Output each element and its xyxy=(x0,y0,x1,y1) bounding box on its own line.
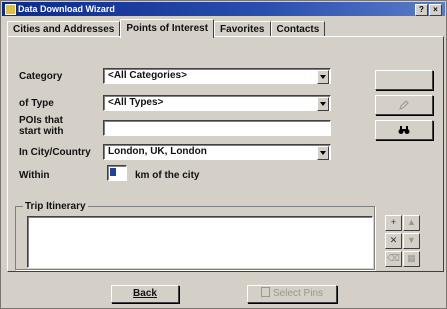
binoculars-icon xyxy=(398,126,410,134)
title-bar: Data Download Wizard ? × xyxy=(2,2,445,16)
back-button-label: Back xyxy=(133,288,157,299)
add-icon[interactable]: + xyxy=(385,215,402,231)
category-dropdown[interactable]: <All Categories> xyxy=(103,68,331,84)
tab-favorites[interactable]: Favorites xyxy=(214,21,271,37)
poi-label: POIs that start with xyxy=(19,115,63,137)
down-icon[interactable]: ▼ xyxy=(403,233,420,249)
pin-icon xyxy=(260,287,270,297)
wizard-window: Data Download Wizard ? × Cities and Addr… xyxy=(0,0,447,309)
within-value-selection xyxy=(110,168,116,176)
type-value: <All Types> xyxy=(108,97,164,108)
help-button[interactable]: ? xyxy=(415,4,428,16)
remove-icon[interactable]: ✕ xyxy=(385,233,402,249)
tab-points-of-interest[interactable]: Points of Interest xyxy=(120,19,215,38)
city-value: London, UK, London xyxy=(108,146,207,157)
poi-label-line2: start with xyxy=(19,126,64,137)
window-title: Data Download Wizard xyxy=(18,4,115,14)
type-dropdown[interactable]: <All Types> xyxy=(103,95,331,111)
disabled-action-button[interactable] xyxy=(375,70,433,90)
chevron-down-icon[interactable] xyxy=(317,70,329,84)
clear-icon[interactable]: ⌫ xyxy=(385,251,402,267)
tab-cities-and-addresses[interactable]: Cities and Addresses xyxy=(7,21,121,37)
select-pins-button[interactable]: Select Pins xyxy=(247,285,337,303)
app-icon xyxy=(5,4,16,15)
tab-strip: Cities and Addresses Points of Interest … xyxy=(7,19,326,38)
city-label: In City/Country xyxy=(19,147,91,158)
category-label: Category xyxy=(19,71,63,82)
pencil-icon xyxy=(399,100,409,110)
within-label: Within xyxy=(19,170,50,181)
within-units-label: km of the city xyxy=(135,170,200,181)
type-label: of Type xyxy=(19,98,54,109)
back-button[interactable]: Back xyxy=(111,285,179,303)
category-value: <All Categories> xyxy=(108,70,187,81)
up-icon[interactable]: ▲ xyxy=(403,215,420,231)
poi-start-input[interactable] xyxy=(103,120,331,136)
tab-contacts[interactable]: Contacts xyxy=(270,21,326,37)
select-pins-label: Select Pins xyxy=(272,288,324,299)
chevron-down-icon[interactable] xyxy=(317,97,329,111)
itinerary-label: Trip Itinerary xyxy=(23,201,88,212)
map-icon[interactable]: ▦ xyxy=(403,251,420,267)
title-buttons: ? × xyxy=(415,4,442,16)
poi-label-line1: POIs that xyxy=(19,115,63,126)
itinerary-list[interactable] xyxy=(27,216,373,268)
within-distance-input[interactable] xyxy=(107,165,127,181)
close-button[interactable]: × xyxy=(429,4,442,16)
find-button[interactable] xyxy=(375,120,433,140)
chevron-down-icon[interactable] xyxy=(317,146,329,160)
edit-button[interactable] xyxy=(375,95,433,115)
city-dropdown[interactable]: London, UK, London xyxy=(103,144,331,160)
